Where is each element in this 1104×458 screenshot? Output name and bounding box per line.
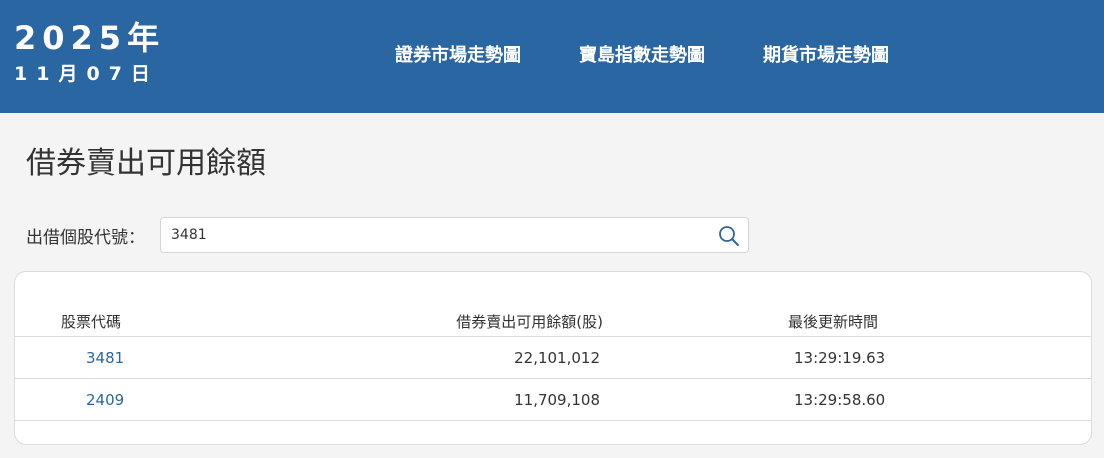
date-year: 2025年 (14, 19, 166, 57)
nav-futures-chart[interactable]: 期貨市場走勢圖 (763, 44, 889, 68)
last-updated-value: 13:29:19.63 (794, 349, 886, 367)
column-header-last-updated: 最後更新時間 (788, 313, 879, 331)
main-nav: 證券市場走勢圖 寶島指數走勢圖 期貨市場走勢圖 (395, 44, 947, 68)
search-label: 出借個股代號： (26, 228, 145, 248)
nav-taiwan-index-chart[interactable]: 寶島指數走勢圖 (579, 44, 705, 68)
stock-code-input[interactable] (171, 218, 711, 252)
nav-securities-chart[interactable]: 證券市場走勢圖 (395, 44, 521, 68)
top-banner: 2025年 11月07日 證券市場走勢圖 寶島指數走勢圖 期貨市場走勢圖 (0, 0, 1104, 113)
stock-code-link[interactable]: 3481 (86, 348, 124, 368)
column-header-available-balance: 借券賣出可用餘額(股) (456, 313, 603, 331)
last-updated-value: 13:29:58.60 (794, 391, 886, 409)
page-title: 借券賣出可用餘額 (26, 146, 266, 181)
search-box (160, 217, 749, 253)
search-icon[interactable] (718, 225, 740, 247)
available-balance-value: 22,101,012 (514, 349, 600, 367)
table-row: 2409 11,709,108 13:29:58.60 (15, 379, 1091, 421)
results-card: 股票代碼 借券賣出可用餘額(股) 最後更新時間 3481 22,101,012 … (14, 271, 1092, 445)
date-day: 11月07日 (14, 63, 159, 85)
column-header-stock-code: 股票代碼 (61, 313, 122, 331)
date-display: 2025年 11月07日 (14, 18, 165, 88)
stock-code-link[interactable]: 2409 (86, 390, 124, 410)
table-header-row: 股票代碼 借券賣出可用餘額(股) 最後更新時間 (15, 309, 1091, 337)
table-row: 3481 22,101,012 13:29:19.63 (15, 337, 1091, 379)
available-balance-value: 11,709,108 (514, 391, 600, 409)
